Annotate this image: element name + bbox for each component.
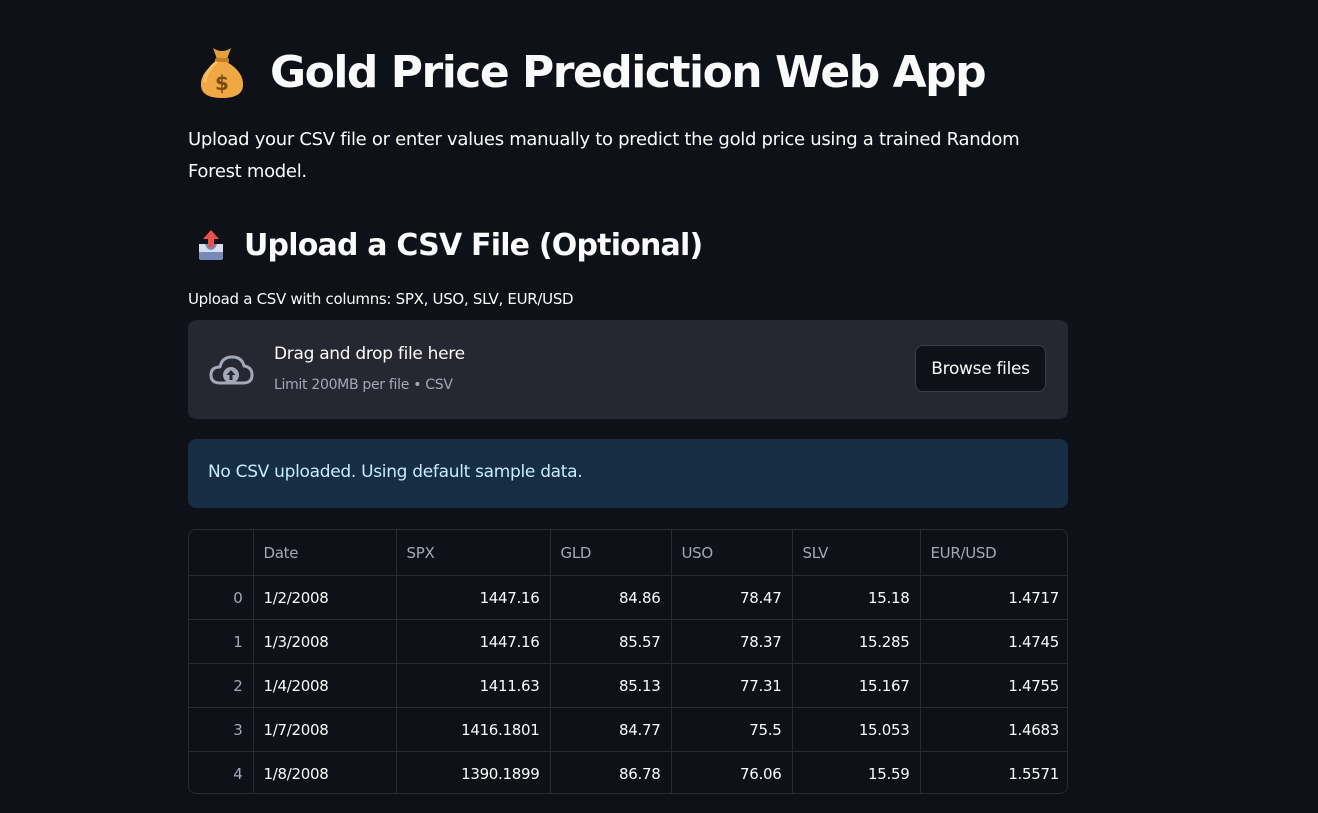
slv-cell[interactable]: 15.18 [792, 575, 921, 620]
column-header-eurusd[interactable]: EUR/USD [920, 530, 1067, 576]
date-cell[interactable]: 1/7/2008 [253, 707, 397, 752]
gld-cell[interactable]: 85.57 [550, 619, 672, 664]
slv-cell[interactable]: 15.053 [792, 707, 921, 752]
row-index-cell[interactable]: 0 [189, 575, 254, 620]
eurusd-cell[interactable]: 1.4717 [920, 575, 1067, 620]
intro-text: Upload your CSV file or enter values man… [188, 129, 1020, 182]
slv-cell[interactable]: 15.59 [792, 751, 921, 793]
outbox-tray-icon [199, 230, 223, 260]
spx-cell[interactable]: 1416.1801 [396, 707, 551, 752]
dropzone-instructions: Drag and drop file here [274, 344, 465, 364]
info-alert-text: No CSV uploaded. Using default sample da… [208, 462, 583, 482]
table-header-row: Date SPX GLD USO SLV EUR/USD [189, 530, 1067, 576]
date-cell[interactable]: 1/3/2008 [253, 619, 397, 664]
gld-cell[interactable]: 84.77 [550, 707, 672, 752]
spx-cell[interactable]: 1411.63 [396, 663, 551, 708]
file-dropzone[interactable]: Drag and drop file here Limit 200MB per … [188, 320, 1068, 419]
uso-cell[interactable]: 76.06 [671, 751, 793, 793]
gld-cell[interactable]: 86.78 [550, 751, 672, 793]
svg-text:$: $ [215, 71, 229, 95]
spx-cell[interactable]: 1447.16 [396, 619, 551, 664]
uso-cell[interactable]: 78.47 [671, 575, 793, 620]
column-header-spx[interactable]: SPX [396, 530, 551, 576]
info-alert: No CSV uploaded. Using default sample da… [188, 439, 1068, 508]
uploader-label: Upload a CSV with columns: SPX, USO, SLV… [188, 290, 574, 308]
row-index-cell[interactable]: 1 [189, 619, 254, 664]
row-index-cell[interactable]: 4 [189, 751, 254, 793]
sample-data-table[interactable]: Date SPX GLD USO SLV EUR/USD 0 1/2/2008 … [188, 529, 1068, 794]
column-header-index[interactable] [189, 530, 254, 576]
spx-cell[interactable]: 1447.16 [396, 575, 551, 620]
table-row: 0 1/2/2008 1447.16 84.86 78.47 15.18 1.4… [189, 575, 1067, 620]
date-cell[interactable]: 1/8/2008 [253, 751, 397, 793]
column-header-uso[interactable]: USO [671, 530, 793, 576]
date-cell[interactable]: 1/2/2008 [253, 575, 397, 620]
table-row: 4 1/8/2008 1390.1899 86.78 76.06 15.59 1… [189, 751, 1067, 794]
cloud-upload-icon [209, 355, 254, 385]
dropzone-limit-hint: Limit 200MB per file • CSV [274, 377, 453, 393]
date-cell[interactable]: 1/4/2008 [253, 663, 397, 708]
money-bag-icon: $ [200, 48, 244, 98]
uso-cell[interactable]: 78.37 [671, 619, 793, 664]
uso-cell[interactable]: 75.5 [671, 707, 793, 752]
row-index-cell[interactable]: 3 [189, 707, 254, 752]
page-title-text: Gold Price Prediction Web App [270, 46, 987, 98]
eurusd-cell[interactable]: 1.4755 [920, 663, 1067, 708]
table-row: 3 1/7/2008 1416.1801 84.77 75.5 15.053 1… [189, 707, 1067, 752]
upload-section-heading: Upload a CSV File (Optional) [196, 222, 703, 268]
column-header-date[interactable]: Date [253, 530, 397, 576]
slv-cell[interactable]: 15.167 [792, 663, 921, 708]
column-header-slv[interactable]: SLV [792, 530, 921, 576]
page-title: $ Gold Price Prediction Web App [196, 38, 987, 106]
slv-cell[interactable]: 15.285 [792, 619, 921, 664]
spx-cell[interactable]: 1390.1899 [396, 751, 551, 793]
eurusd-cell[interactable]: 1.4683 [920, 707, 1067, 752]
eurusd-cell[interactable]: 1.5571 [920, 752, 1067, 794]
table-row: 1 1/3/2008 1447.16 85.57 78.37 15.285 1.… [189, 619, 1067, 664]
upload-section-title: Upload a CSV File (Optional) [244, 227, 703, 263]
column-header-gld[interactable]: GLD [550, 530, 672, 576]
gld-cell[interactable]: 85.13 [550, 663, 672, 708]
eurusd-cell[interactable]: 1.4745 [920, 619, 1067, 664]
gld-cell[interactable]: 84.86 [550, 575, 672, 620]
table-row: 2 1/4/2008 1411.63 85.13 77.31 15.167 1.… [189, 663, 1067, 708]
row-index-cell[interactable]: 2 [189, 663, 254, 708]
uso-cell[interactable]: 77.31 [671, 663, 793, 708]
browse-files-button[interactable]: Browse files [915, 345, 1046, 392]
